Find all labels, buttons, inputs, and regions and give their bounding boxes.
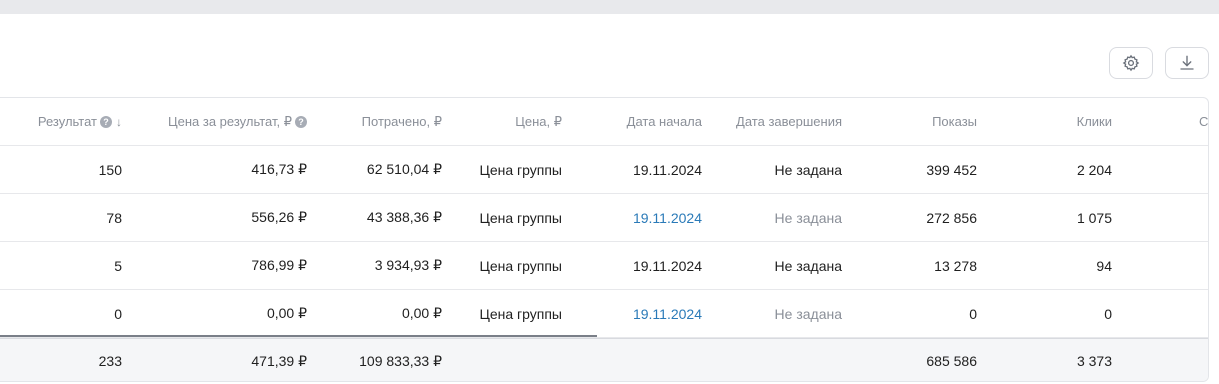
cell-spent: 43 388,36 ₽ xyxy=(366,209,442,225)
cell-bid: Цена группы xyxy=(479,209,562,226)
cell-bid: Цена группы xyxy=(479,257,562,274)
table-settings-button[interactable] xyxy=(1109,47,1153,79)
cell-start-date: 19.11.2024 xyxy=(632,257,702,274)
cell-price-per-result: 786,99 ₽ xyxy=(251,257,307,273)
cell-spent: 62 510,04 ₽ xyxy=(366,161,442,177)
total-result: 233 xyxy=(98,353,122,369)
cell-shows: 13 278 xyxy=(934,257,977,274)
cell-end-date: Не задана xyxy=(774,305,842,322)
cell-start-date: 19.11.2024 xyxy=(632,161,702,178)
cell-price-per-result: 416,73 ₽ xyxy=(251,161,307,177)
campaign-panel: Результат ? ↓ Цена за результат, ₽ ? Пот… xyxy=(0,14,1219,384)
cell-result: 0 xyxy=(114,305,122,322)
cell-price-per-result: 556,26 ₽ xyxy=(251,209,307,225)
cell-clicks: 94 xyxy=(1096,257,1112,274)
cell-end-date: Не задана xyxy=(774,209,842,226)
gear-icon xyxy=(1122,54,1140,72)
totals-row: 233 471,39 ₽ 109 833,33 ₽ 685 586 3 373 xyxy=(0,338,1208,381)
cell-price-per-result: 0,00 ₽ xyxy=(266,305,307,321)
column-header-truncated[interactable]: С xyxy=(1199,98,1208,145)
total-price-per-result: 471,39 ₽ xyxy=(251,352,307,369)
cell-bid: Цена группы xyxy=(479,305,562,322)
cell-shows: 0 xyxy=(969,305,977,322)
horizontal-scrollbar[interactable] xyxy=(0,335,597,337)
cell-clicks: 0 xyxy=(1104,305,1112,322)
column-header-clicks[interactable]: Клики xyxy=(1077,98,1112,145)
download-icon xyxy=(1180,55,1194,70)
cell-start-date-link[interactable]: 19.11.2024 xyxy=(633,290,702,337)
column-header-bid[interactable]: Цена, ₽ xyxy=(515,98,562,145)
table-row[interactable]: 150 416,73 ₽ 62 510,04 ₽ Цена группы 19.… xyxy=(0,146,1208,194)
download-button[interactable] xyxy=(1165,47,1209,79)
table-header: Результат ? ↓ Цена за результат, ₽ ? Пот… xyxy=(0,98,1208,146)
table-row[interactable]: 78 556,26 ₽ 43 388,36 ₽ Цена группы 19.1… xyxy=(0,194,1208,242)
statistics-table: Результат ? ↓ Цена за результат, ₽ ? Пот… xyxy=(0,97,1209,382)
total-clicks: 3 373 xyxy=(1076,353,1112,369)
cell-clicks: 1 075 xyxy=(1076,209,1112,226)
column-header-spent[interactable]: Потрачено, ₽ xyxy=(362,98,442,145)
column-header-shows[interactable]: Показы xyxy=(932,98,977,145)
column-header-price-per-result[interactable]: Цена за результат, ₽ ? xyxy=(168,98,307,145)
total-shows: 685 586 xyxy=(926,353,977,369)
cell-shows: 399 452 xyxy=(926,161,977,178)
cell-spent: 0,00 ₽ xyxy=(401,305,442,321)
column-header-end-date[interactable]: Дата завершения xyxy=(736,98,842,145)
cell-result: 5 xyxy=(114,257,122,274)
help-icon[interactable]: ? xyxy=(295,115,307,128)
table-row[interactable]: 0 0,00 ₽ 0,00 ₽ Цена группы 19.11.2024 Н… xyxy=(0,290,1208,338)
cell-result: 150 xyxy=(98,161,122,178)
column-header-start-date[interactable]: Дата начала xyxy=(627,98,702,145)
table-row[interactable]: 5 786,99 ₽ 3 934,93 ₽ Цена группы 19.11.… xyxy=(0,242,1208,290)
cell-end-date: Не задана xyxy=(774,257,842,274)
cell-result: 78 xyxy=(106,209,122,226)
cell-end-date: Не задана xyxy=(774,161,842,178)
cell-spent: 3 934,93 ₽ xyxy=(374,257,442,273)
cell-bid: Цена группы xyxy=(479,161,562,178)
cell-clicks: 2 204 xyxy=(1076,161,1112,178)
column-header-result[interactable]: Результат ? ↓ xyxy=(38,98,122,145)
cell-shows: 272 856 xyxy=(926,209,977,226)
cell-start-date-link[interactable]: 19.11.2024 xyxy=(633,194,702,241)
help-icon[interactable]: ? xyxy=(100,115,112,128)
total-spent: 109 833,33 ₽ xyxy=(359,352,442,369)
sort-desc-icon[interactable]: ↓ xyxy=(116,115,122,129)
